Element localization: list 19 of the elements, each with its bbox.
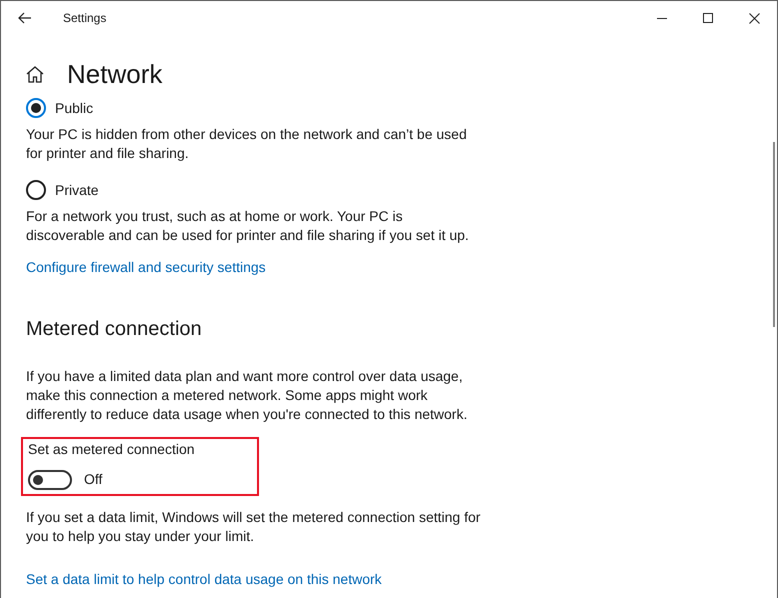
toggle-state: Off [84, 470, 102, 489]
option-description: Your PC is hidden from other devices on the network and can’t be used for printer and file sharing. [26, 125, 468, 163]
toggle-switch[interactable] [28, 470, 72, 490]
data-limit-note: If you set a data limit, Windows will set the metered connection setting for you to help you stay under your limit. [26, 508, 481, 546]
option-description: For a network you trust, such as at home or work. Your PC is discoverable and can be used for printer and file sharing if you set it up. [26, 207, 470, 245]
window-title: Settings [63, 10, 106, 27]
toggle-label: Set as metered connection [28, 440, 196, 458]
page-title: Network [67, 58, 162, 90]
metered-description: If you have a limited data plan and want more control over data usage, make this connection a metered network. Some apps might work differently to reduce data usage when you're connected to this network. [26, 367, 468, 424]
scrollbar[interactable] [773, 142, 775, 327]
firewall-settings-link[interactable]: Configure firewall and security settings [26, 258, 471, 277]
section-heading: Metered connection [26, 317, 203, 342]
radio-button[interactable]: Private [26, 180, 99, 200]
radio-button[interactable]: Public [26, 98, 94, 118]
home-icon[interactable] [26, 66, 44, 82]
close-icon [748, 12, 760, 24]
maximize-icon [703, 13, 713, 23]
back-arrow-icon [18, 12, 32, 24]
data-limit-link[interactable]: Set a data limit to help control data usage on this network [26, 570, 471, 589]
